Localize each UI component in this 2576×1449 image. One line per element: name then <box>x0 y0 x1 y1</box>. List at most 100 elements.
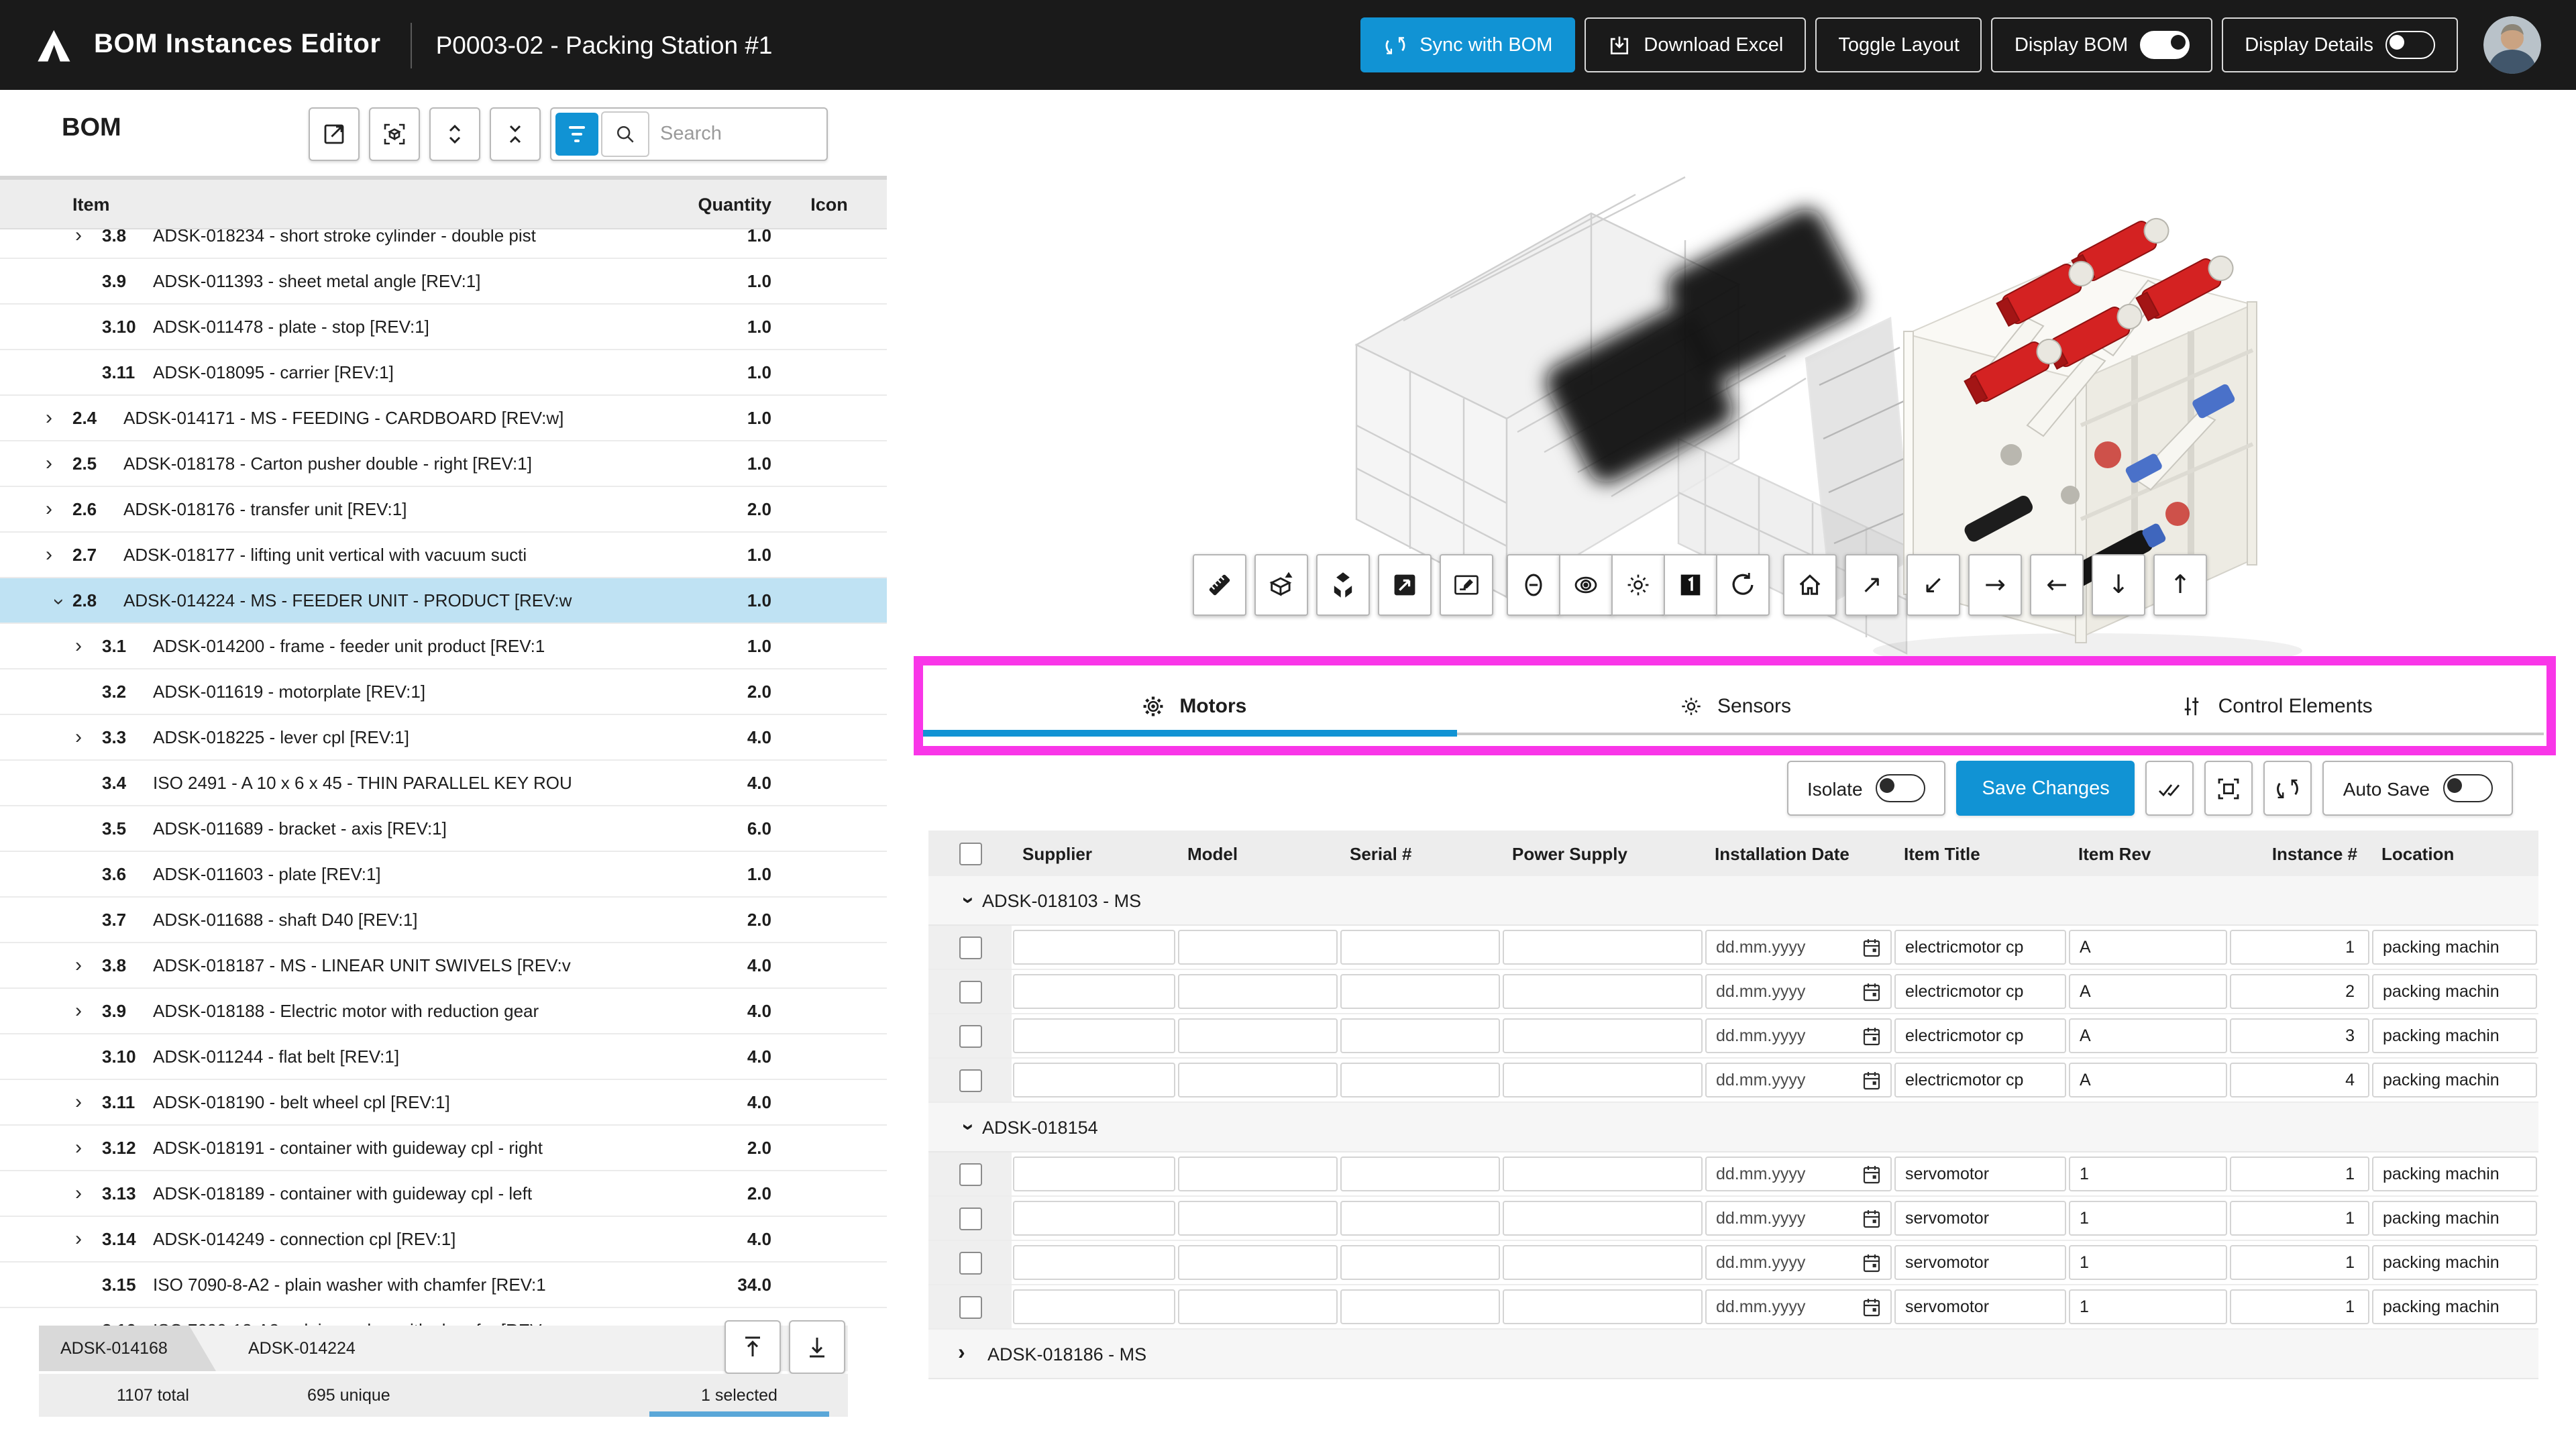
item-rev-field[interactable]: A <box>2069 1063 2227 1097</box>
installation-date-field[interactable]: dd.mm.yyyy <box>1705 1245 1892 1280</box>
chevron-right-icon[interactable]: › <box>75 229 102 247</box>
location-field[interactable]: packing machin <box>2372 1157 2537 1191</box>
isolate-toggle-button[interactable]: Isolate <box>1787 761 1946 816</box>
chevron-right-icon[interactable]: › <box>75 635 102 657</box>
item-title-field[interactable]: electricmotor cp <box>1894 1018 2066 1053</box>
3d-viewer-canvas[interactable]: ↗↙→←↓↑ <box>887 90 2576 653</box>
display-bom-toggle[interactable] <box>2140 31 2190 59</box>
chevron-right-icon[interactable]: › <box>75 1091 102 1114</box>
model-field[interactable] <box>1178 1289 1338 1324</box>
model-field[interactable] <box>1178 1245 1338 1280</box>
chevron-right-icon[interactable]: › <box>46 452 72 475</box>
serial-field[interactable] <box>1340 1157 1500 1191</box>
serial-field[interactable] <box>1340 1063 1500 1097</box>
model-field[interactable] <box>1178 974 1338 1009</box>
ghost-icon[interactable] <box>1507 554 1560 616</box>
item-title-field[interactable]: electricmotor cp <box>1894 930 2066 965</box>
bom-tree-row[interactable]: 3.9ADSK-011393 - sheet metal angle [REV:… <box>0 259 887 305</box>
expand-all-icon[interactable] <box>429 107 480 161</box>
serial-field[interactable] <box>1340 1245 1500 1280</box>
serial-field[interactable] <box>1340 930 1500 965</box>
explode-view-icon[interactable] <box>1254 554 1308 616</box>
bom-tree-row[interactable]: 3.4ISO 2491 - A 10 x 6 x 45 - THIN PARAL… <box>0 761 887 806</box>
single-view-icon[interactable] <box>1664 554 1717 616</box>
location-field[interactable]: packing machin <box>2372 1289 2537 1324</box>
chevron-down-icon[interactable]: › <box>955 1112 979 1142</box>
markup-icon[interactable] <box>1440 554 1493 616</box>
supplier-field[interactable] <box>1013 1289 1175 1324</box>
item-title-field[interactable]: electricmotor cp <box>1894 974 2066 1009</box>
chevron-right-icon[interactable]: › <box>75 1136 102 1159</box>
display-details-toggle-button[interactable]: Display Details <box>2222 17 2458 72</box>
location-field[interactable]: packing machin <box>2372 930 2537 965</box>
chevron-down-icon[interactable]: › <box>48 588 70 615</box>
focus-selection-icon[interactable] <box>369 107 420 161</box>
row-checkbox[interactable] <box>959 936 981 959</box>
chevron-right-icon[interactable]: › <box>46 543 72 566</box>
view-up-right-icon[interactable]: ↗ <box>1845 554 1898 616</box>
row-checkbox[interactable] <box>959 1069 981 1091</box>
bom-tree-row[interactable]: ›3.1ADSK-014200 - frame - feeder unit pr… <box>0 624 887 669</box>
serial-field[interactable] <box>1340 1018 1500 1053</box>
model-field[interactable] <box>1178 1063 1338 1097</box>
chevron-right-icon[interactable]: › <box>75 726 102 749</box>
item-title-field[interactable]: servomotor <box>1894 1157 2066 1191</box>
instance-group-header[interactable]: ›ADSK-018154 <box>928 1103 2538 1152</box>
instance-number-field[interactable]: 1 <box>2230 1157 2369 1191</box>
instance-group-header[interactable]: ›ADSK-018103 - MS <box>928 876 2538 926</box>
bom-tree-row[interactable]: 3.10ADSK-011478 - plate - stop [REV:1]1.… <box>0 305 887 350</box>
bom-tree-row[interactable]: ›3.13ADSK-018189 - container with guidew… <box>0 1171 887 1217</box>
instance-number-field[interactable]: 1 <box>2230 930 2369 965</box>
instance-number-field[interactable]: 4 <box>2230 1063 2369 1097</box>
supplier-field[interactable] <box>1013 1245 1175 1280</box>
power-supply-field[interactable] <box>1503 1018 1703 1053</box>
bom-tree-row[interactable]: 3.11ADSK-018095 - carrier [REV:1]1.0 <box>0 350 887 396</box>
instance-number-field[interactable]: 3 <box>2230 1018 2369 1053</box>
serial-field[interactable] <box>1340 1289 1500 1324</box>
home-icon[interactable] <box>1783 554 1837 616</box>
power-supply-field[interactable] <box>1503 1157 1703 1191</box>
supplier-field[interactable] <box>1013 1063 1175 1097</box>
power-supply-field[interactable] <box>1503 1245 1703 1280</box>
auto-save-toggle[interactable] <box>2443 774 2493 802</box>
installation-date-field[interactable]: dd.mm.yyyy <box>1705 1201 1892 1236</box>
chevron-right-icon[interactable]: › <box>46 498 72 521</box>
bom-tree-row[interactable]: ›2.4ADSK-014171 - MS - FEEDING - CARDBOA… <box>0 396 887 441</box>
chevron-right-icon[interactable]: › <box>75 1228 102 1250</box>
bom-tree-row[interactable]: 3.7ADSK-011688 - shaft D40 [REV:1]2.0 <box>0 898 887 943</box>
shading-icon[interactable] <box>1611 554 1665 616</box>
bom-tree-row[interactable]: 3.6ADSK-011603 - plate [REV:1]1.0 <box>0 852 887 898</box>
row-checkbox[interactable] <box>959 1251 981 1274</box>
item-rev-field[interactable]: A <box>2069 1018 2227 1053</box>
instance-group-header[interactable]: ›ADSK-018186 - MS <box>928 1330 2538 1379</box>
bom-tree-row[interactable]: ›3.11ADSK-018190 - belt wheel cpl [REV:1… <box>0 1080 887 1126</box>
bom-tree-row[interactable]: ›3.3ADSK-018225 - lever cpl [REV:1]4.0 <box>0 715 887 761</box>
view-up-icon[interactable]: ↑ <box>2153 554 2207 616</box>
breadcrumb-tab[interactable]: ADSK-014224 <box>248 1339 356 1358</box>
item-title-field[interactable]: servomotor <box>1894 1201 2066 1236</box>
installation-date-field[interactable]: dd.mm.yyyy <box>1705 930 1892 965</box>
installation-date-field[interactable]: dd.mm.yyyy <box>1705 1063 1892 1097</box>
chevron-right-icon[interactable]: › <box>75 1182 102 1205</box>
search-icon[interactable] <box>601 111 649 157</box>
power-supply-field[interactable] <box>1503 1289 1703 1324</box>
bom-tree-row[interactable]: 3.5ADSK-011689 - bracket - axis [REV:1]6… <box>0 806 887 852</box>
model-field[interactable] <box>1178 930 1338 965</box>
user-avatar[interactable] <box>2483 16 2541 74</box>
bom-tree-row[interactable]: 3.2ADSK-011619 - motorplate [REV:1]2.0 <box>0 669 887 715</box>
item-rev-field[interactable]: 1 <box>2069 1201 2227 1236</box>
item-title-field[interactable]: servomotor <box>1894 1289 2066 1324</box>
selected-count[interactable]: 1 selected <box>649 1374 829 1417</box>
bom-tree-row[interactable]: ›3.12ADSK-018191 - container with guidew… <box>0 1126 887 1171</box>
breadcrumb-tab[interactable]: ADSK-014168 <box>39 1326 216 1371</box>
sync-with-bom-button[interactable]: Sync with BOM <box>1360 17 1575 72</box>
bom-tree-row[interactable]: 3.10ADSK-011244 - flat belt [REV:1]4.0 <box>0 1034 887 1080</box>
bom-tree-row[interactable]: ›2.5ADSK-018178 - Carton pusher double -… <box>0 441 887 487</box>
location-field[interactable]: packing machin <box>2372 1063 2537 1097</box>
scroll-to-top-icon[interactable] <box>724 1320 781 1374</box>
bom-tree-row[interactable]: ›3.8ADSK-018234 - short stroke cylinder … <box>0 229 887 259</box>
model-field[interactable] <box>1178 1157 1338 1191</box>
location-field[interactable]: packing machin <box>2372 1245 2537 1280</box>
scroll-to-bottom-icon[interactable] <box>789 1320 845 1374</box>
supplier-field[interactable] <box>1013 1018 1175 1053</box>
